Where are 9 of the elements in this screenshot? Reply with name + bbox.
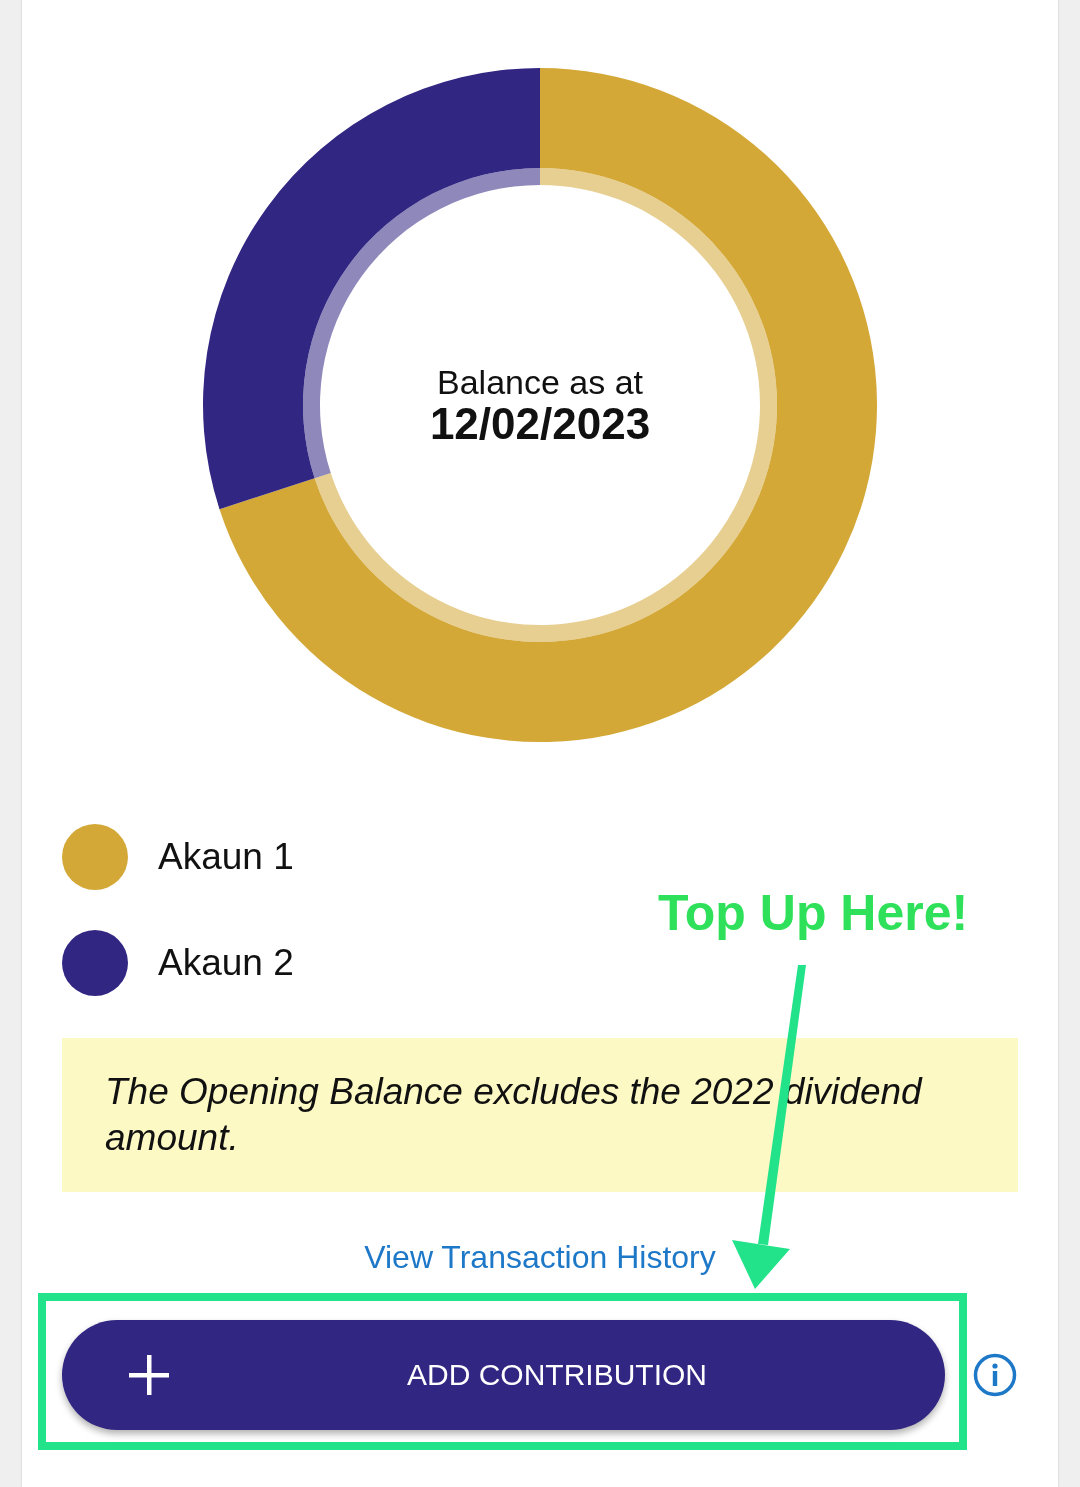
balance-date: 12/02/2023 xyxy=(429,401,651,447)
plus-icon xyxy=(129,1355,169,1395)
legend-label: Akaun 1 xyxy=(158,835,294,879)
balance-label: Balance as at xyxy=(437,363,643,401)
legend-label: Akaun 2 xyxy=(158,941,294,985)
annotation-text: Top Up Here! xyxy=(658,884,969,942)
add-contribution-button[interactable]: ADD CONTRIBUTION xyxy=(62,1320,945,1430)
transaction-history-link[interactable]: View Transaction History xyxy=(364,1238,716,1276)
info-icon[interactable] xyxy=(973,1353,1017,1397)
